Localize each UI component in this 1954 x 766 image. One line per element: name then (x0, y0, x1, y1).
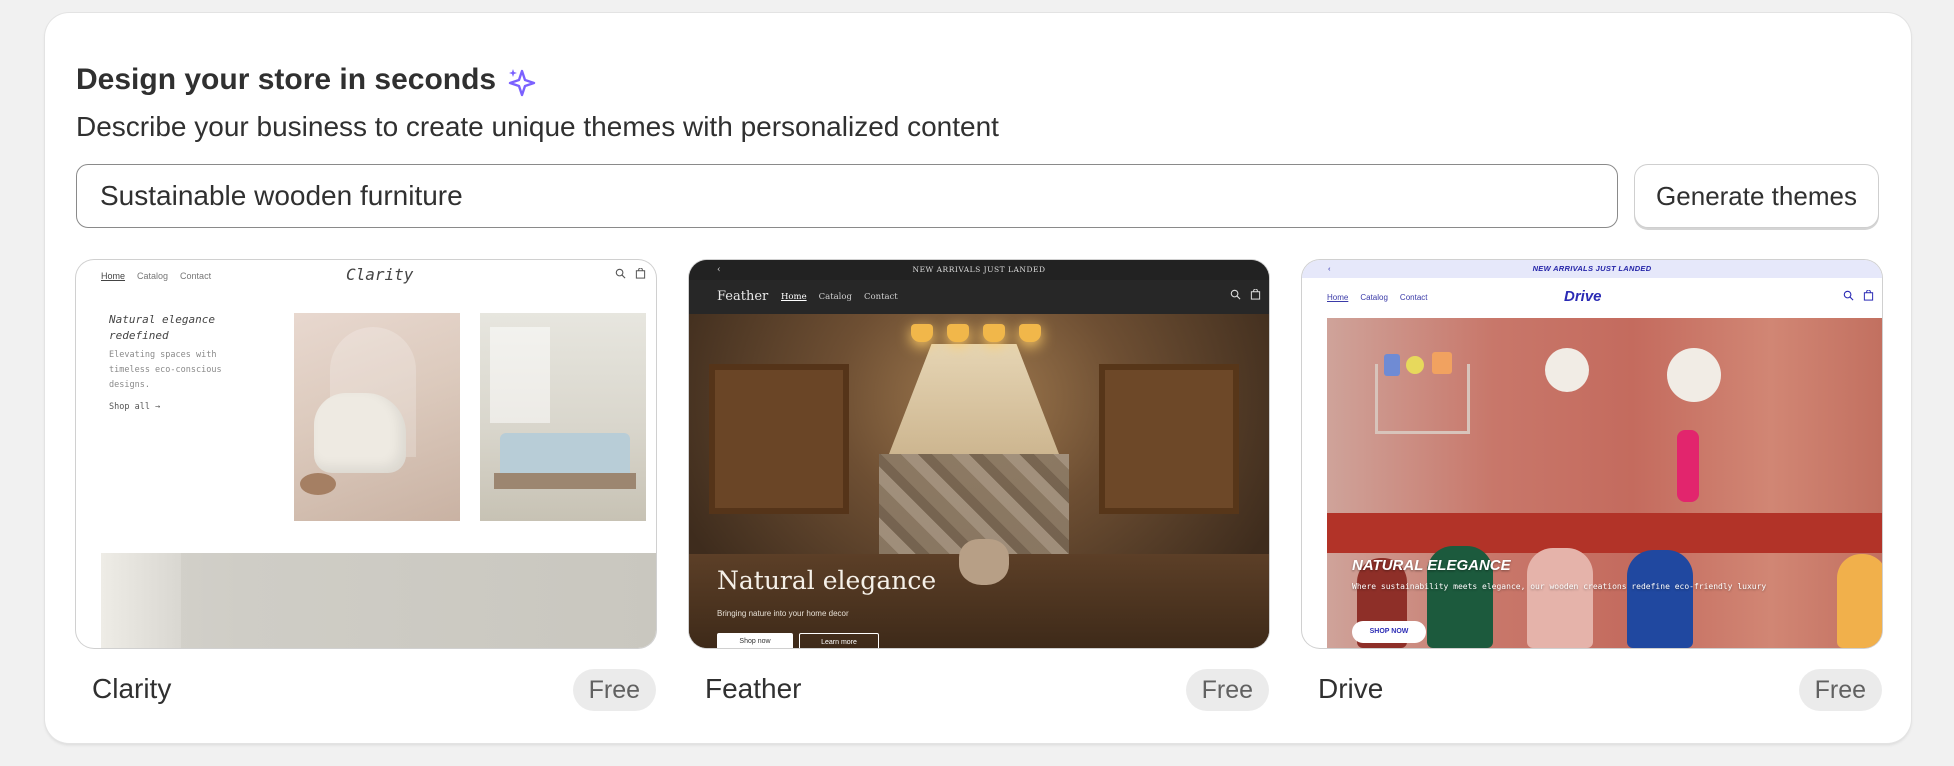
preview-announcement: NEW ARRIVALS JUST LANDED (912, 265, 1046, 274)
preview-image-bedroom (480, 313, 646, 521)
theme-generator-card: Design your store in seconds Describe yo… (45, 13, 1911, 743)
chevron-left-icon: ‹ (1328, 264, 1331, 273)
page-title: Design your store in seconds (76, 63, 497, 96)
search-icon (1230, 289, 1241, 300)
preview-nav: Home Catalog Contact (1327, 293, 1428, 302)
preview-hero-title: NATURAL ELEGANCE (1352, 557, 1511, 574)
preview-nav-catalog: Catalog (818, 292, 852, 302)
preview-image-banner (101, 553, 656, 648)
preview-image-sofa (294, 313, 460, 521)
preview-announcement-bar: ‹ NEW ARRIVALS JUST LANDED (1302, 260, 1882, 278)
preview-hero-image (689, 314, 1269, 648)
theme-footer: Drive Free (1302, 660, 1882, 720)
preview-nav-contact: Contact (863, 292, 898, 302)
preview-cta: SHOP NOW (1352, 621, 1426, 643)
preview-nav-contact: Contact (1399, 293, 1428, 302)
preview-header: Feather Home Catalog Contact (689, 280, 1269, 314)
cart-icon (1863, 290, 1874, 301)
preview-nav-home: Home (1327, 293, 1349, 302)
preview-announcement-bar: ‹ NEW ARRIVALS JUST LANDED (689, 260, 1269, 280)
preview-logo: Drive (1564, 288, 1602, 305)
preview-nav-contact: Contact (180, 271, 212, 281)
preview-hero-subtitle: Where sustainability meets elegance, our… (1352, 582, 1767, 591)
preview-nav: Home Catalog Contact (781, 292, 898, 302)
cart-icon (635, 268, 646, 279)
price-badge: Free (572, 669, 656, 711)
preview-hero-title: Natural elegance redefined (109, 313, 215, 342)
preview-nav-catalog: Catalog (137, 271, 169, 281)
theme-footer: Feather Free (689, 660, 1269, 720)
theme-preview-feather[interactable]: ‹ NEW ARRIVALS JUST LANDED Feather Home … (689, 260, 1269, 648)
preview-cta-secondary: Learn more (799, 633, 879, 648)
preview-cta: Shop all → (109, 402, 161, 412)
preview-header-icons (1843, 290, 1874, 301)
preview-announcement: NEW ARRIVALS JUST LANDED (1532, 264, 1652, 273)
theme-card-drive[interactable]: ‹ NEW ARRIVALS JUST LANDED Home Catalog … (1302, 260, 1882, 720)
theme-name: Clarity (92, 673, 172, 704)
preview-logo: Clarity (346, 265, 414, 284)
business-description-input[interactable] (76, 164, 1618, 228)
page-title-row: Design your store in seconds (76, 63, 536, 97)
preview-hero-subtitle: Elevating spaces with timeless eco-consc… (109, 350, 222, 390)
theme-name: Feather (705, 673, 802, 704)
theme-footer: Clarity Free (76, 660, 656, 720)
preview-nav-home: Home (101, 271, 126, 281)
price-badge: Free (1798, 669, 1882, 711)
search-icon (615, 268, 626, 279)
theme-card-clarity[interactable]: Home Catalog Contact Clarity Natural ele… (76, 260, 656, 720)
preview-nav-catalog: Catalog (1360, 293, 1388, 302)
preview-hero-title: Natural elegance (717, 566, 937, 595)
preview-header-icons (1230, 289, 1261, 300)
theme-card-feather[interactable]: ‹ NEW ARRIVALS JUST LANDED Feather Home … (689, 260, 1269, 720)
preview-logo: Feather (717, 289, 769, 304)
preview-hero-image (1327, 318, 1882, 648)
chevron-left-icon: ‹ (717, 265, 722, 275)
preview-nav: Home Catalog Contact (101, 271, 211, 281)
preview-header-icons (615, 268, 646, 279)
theme-preview-drive[interactable]: ‹ NEW ARRIVALS JUST LANDED Home Catalog … (1302, 260, 1882, 648)
preview-nav-home: Home (781, 292, 807, 302)
price-badge: Free (1185, 669, 1269, 711)
generate-themes-button[interactable]: Generate themes (1634, 164, 1879, 228)
theme-name: Drive (1318, 673, 1384, 704)
search-icon (1843, 290, 1854, 301)
theme-preview-clarity[interactable]: Home Catalog Contact Clarity Natural ele… (76, 260, 656, 648)
preview-hero-subtitle: Bringing nature into your home decor (717, 609, 849, 618)
sparkle-icon (508, 69, 536, 97)
page-subtitle: Describe your business to create unique … (76, 111, 999, 142)
preview-cta-primary: Shop now (717, 633, 793, 648)
cart-icon (1250, 289, 1261, 300)
